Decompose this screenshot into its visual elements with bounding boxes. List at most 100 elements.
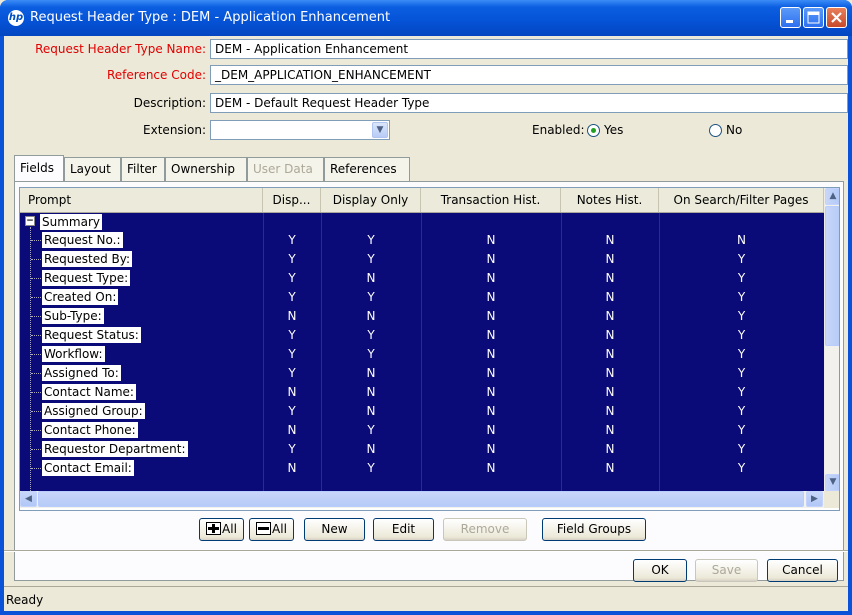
cell-display-only: Y xyxy=(367,233,375,247)
table-row[interactable]: Contact Phone: N Y N N Y xyxy=(20,421,824,439)
field-prompt: Workflow: xyxy=(42,346,105,362)
tree-connector xyxy=(31,240,41,241)
cell-displayed: N xyxy=(287,309,297,323)
cell-notes-hist: N xyxy=(605,423,615,437)
close-button[interactable] xyxy=(826,7,847,28)
tree-connector xyxy=(31,297,41,298)
table-row[interactable]: Request No.: Y Y N N N xyxy=(20,231,824,249)
table-row[interactable]: Contact Email: N Y N N Y xyxy=(20,459,824,477)
cell-display-only: N xyxy=(366,309,376,323)
enabled-yes-label[interactable]: Yes xyxy=(604,123,623,137)
scroll-down-icon[interactable]: ▼ xyxy=(825,474,839,491)
scroll-right-icon[interactable]: ▶ xyxy=(806,491,823,507)
hp-logo-icon: hp xyxy=(8,10,24,26)
chevron-down-icon[interactable]: ▼ xyxy=(372,122,388,138)
tree-connector xyxy=(31,259,41,260)
field-groups-button[interactable]: Field Groups xyxy=(542,518,646,541)
table-row[interactable]: Assigned To: Y N N N Y xyxy=(20,364,824,382)
status-bar: Ready xyxy=(4,586,848,611)
column-header-transaction-hist[interactable]: Transaction Hist. xyxy=(421,188,561,212)
cell-search-filter: Y xyxy=(737,442,746,456)
reference-code-field[interactable]: _DEM_APPLICATION_ENHANCEMENT xyxy=(210,65,848,85)
maximize-button[interactable] xyxy=(803,7,824,28)
horizontal-scrollbar[interactable]: ◀ ▶ xyxy=(20,491,824,508)
description-field[interactable]: DEM - Default Request Header Type xyxy=(210,93,848,113)
table-row[interactable]: Request Status: Y Y N N Y xyxy=(20,326,824,344)
column-header-search-filter[interactable]: On Search/Filter Pages xyxy=(659,188,824,212)
save-button[interactable]: Save xyxy=(695,559,758,582)
tree-connector xyxy=(31,373,41,374)
collapse-node-icon[interactable]: − xyxy=(25,216,35,226)
tab-layout[interactable]: Layout xyxy=(64,157,121,181)
collapse-all-button[interactable]: All xyxy=(249,518,294,541)
extension-select[interactable]: ▼ xyxy=(210,120,390,140)
cell-transaction-hist: N xyxy=(486,309,496,323)
new-button[interactable]: New xyxy=(304,518,365,541)
table-row[interactable]: Workflow: Y Y N N Y xyxy=(20,345,824,363)
minimize-button[interactable] xyxy=(780,7,801,28)
cell-displayed: Y xyxy=(288,271,296,285)
maximize-icon xyxy=(807,11,820,24)
scroll-up-icon[interactable]: ▲ xyxy=(825,188,839,205)
column-header-display-only[interactable]: Display Only xyxy=(321,188,421,212)
cell-displayed: Y xyxy=(288,290,296,304)
cell-transaction-hist: N xyxy=(486,442,496,456)
vertical-scroll-thumb[interactable] xyxy=(825,206,839,346)
tab-fields[interactable]: Fields xyxy=(14,155,64,181)
table-row[interactable]: Request Type: Y N N N Y xyxy=(20,269,824,287)
cell-search-filter: Y xyxy=(737,290,746,304)
table-row[interactable]: Requestor Department: Y N N N Y xyxy=(20,440,824,458)
tab-user-data[interactable]: User Data xyxy=(247,157,324,181)
expand-plus-icon xyxy=(206,522,222,535)
cell-notes-hist: N xyxy=(605,385,615,399)
cell-search-filter: Y xyxy=(737,309,746,323)
group-row-summary[interactable]: − Summary xyxy=(20,213,824,231)
cell-search-filter: Y xyxy=(737,328,746,342)
table-row[interactable]: Assigned Group: Y N N N Y xyxy=(20,402,824,420)
collapse-minus-icon xyxy=(256,522,272,535)
title-bar[interactable]: hp Request Header Type : DEM - Applicati… xyxy=(0,0,852,36)
tab-ownership[interactable]: Ownership xyxy=(165,157,247,181)
column-header-displayed[interactable]: Disp... xyxy=(263,188,321,212)
window-title: Request Header Type : DEM - Application … xyxy=(30,10,391,25)
tree-connector xyxy=(31,430,41,431)
cancel-button[interactable]: Cancel xyxy=(767,559,838,582)
enabled-no-label[interactable]: No xyxy=(726,123,742,137)
dialog-body: Request Header Type Name: DEM - Applicat… xyxy=(4,36,848,611)
table-row[interactable]: Sub-Type: N N N N Y xyxy=(20,307,824,325)
cell-displayed: Y xyxy=(288,252,296,266)
vertical-scrollbar[interactable]: ▲ ▼ xyxy=(824,188,839,491)
reference-code-label: Reference Code: xyxy=(106,68,206,82)
expand-all-button[interactable]: All xyxy=(199,518,244,541)
enabled-no-radio[interactable] xyxy=(709,124,722,137)
edit-button[interactable]: Edit xyxy=(373,518,434,541)
cell-notes-hist: N xyxy=(605,290,615,304)
ok-button[interactable]: OK xyxy=(633,559,687,582)
tab-filter[interactable]: Filter xyxy=(121,157,165,181)
tree-connector xyxy=(31,468,41,469)
cell-transaction-hist: N xyxy=(486,271,496,285)
table-header: Prompt Disp... Display Only Transaction … xyxy=(20,188,824,213)
field-prompt: Assigned To: xyxy=(42,365,121,381)
field-prompt: Requested By: xyxy=(42,251,133,267)
name-field[interactable]: DEM - Application Enhancement xyxy=(210,39,848,59)
horizontal-scroll-thumb[interactable] xyxy=(38,491,804,507)
enabled-yes-radio[interactable] xyxy=(587,124,600,137)
cell-notes-hist: N xyxy=(605,328,615,342)
field-prompt: Assigned Group: xyxy=(42,403,145,419)
column-header-prompt[interactable]: Prompt xyxy=(20,188,263,212)
description-label: Description: xyxy=(133,96,206,110)
cell-displayed: Y xyxy=(288,442,296,456)
cell-transaction-hist: N xyxy=(486,366,496,380)
tab-references[interactable]: References xyxy=(324,157,410,181)
field-prompt: Requestor Department: xyxy=(42,441,188,457)
table-row[interactable]: Contact Name: N N N N Y xyxy=(20,383,824,401)
cell-notes-hist: N xyxy=(605,233,615,247)
cell-search-filter: Y xyxy=(737,423,746,437)
scroll-left-icon[interactable]: ◀ xyxy=(20,491,37,507)
cell-displayed: Y xyxy=(288,404,296,418)
table-row[interactable]: Requested By: Y Y N N Y xyxy=(20,250,824,268)
table-row[interactable]: Created On: Y Y N N Y xyxy=(20,288,824,306)
column-header-notes-hist[interactable]: Notes Hist. xyxy=(561,188,659,212)
remove-button[interactable]: Remove xyxy=(443,518,527,541)
